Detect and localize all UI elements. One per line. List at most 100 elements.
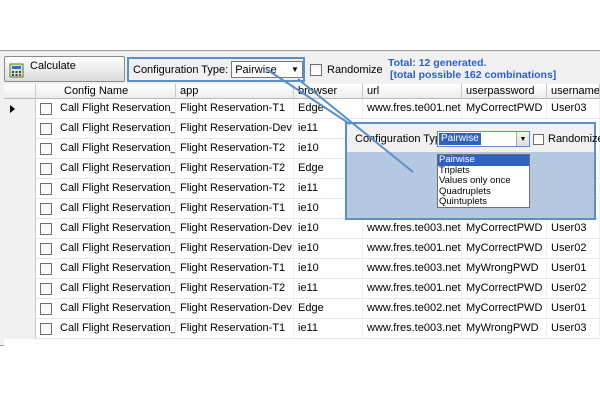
userpassword-cell[interactable]: MyCorrectPWD xyxy=(462,99,547,119)
table-row[interactable]: Call Flight Reservation_8 Flight Reservat… xyxy=(4,239,600,259)
chevron-down-icon[interactable]: ▼ xyxy=(288,62,302,77)
row-checkbox[interactable] xyxy=(40,183,52,195)
browser-cell[interactable]: ie10 xyxy=(294,259,363,279)
row-checkbox[interactable] xyxy=(40,223,52,235)
header-config-name[interactable]: Config Name xyxy=(36,84,176,99)
config-type-select[interactable]: Pairwise ▼ xyxy=(231,61,303,78)
table-row[interactable]: Call Flight Reservation_1 Flight Reservat… xyxy=(4,99,600,119)
header-app[interactable]: app xyxy=(176,84,294,99)
row-selector[interactable] xyxy=(4,299,36,319)
row-selector[interactable] xyxy=(4,199,36,219)
row-selector[interactable] xyxy=(4,239,36,259)
table-row[interactable]: Call Flight Reservation_7 Flight Reservat… xyxy=(4,219,600,239)
row-checkbox[interactable] xyxy=(40,243,52,255)
zoom-config-type-select[interactable]: Pairwise ▼ xyxy=(437,131,530,147)
username-cell[interactable]: User01 xyxy=(547,259,600,279)
app-cell[interactable]: Flight Reservation-T2 xyxy=(176,139,294,159)
userpassword-cell[interactable]: MyCorrectPWD xyxy=(462,299,547,319)
browser-cell[interactable]: ie11 xyxy=(294,319,363,339)
config-name-cell[interactable]: Call Flight Reservation_5 xyxy=(56,179,176,199)
app-cell[interactable]: Flight Reservation-Dev xyxy=(176,119,294,139)
config-name-cell[interactable]: Call Flight Reservation_4 xyxy=(56,159,176,179)
url-cell[interactable]: www.fres.te001.net xyxy=(363,239,462,259)
username-cell[interactable]: User03 xyxy=(547,99,600,119)
app-cell[interactable]: Flight Reservation-Dev xyxy=(176,219,294,239)
row-selector[interactable] xyxy=(4,159,36,179)
browser-cell[interactable]: ie11 xyxy=(294,279,363,299)
app-cell[interactable]: Flight Reservation-T1 xyxy=(176,199,294,219)
zoom-randomize-checkbox[interactable] xyxy=(533,133,544,145)
randomize-checkbox[interactable] xyxy=(310,64,322,76)
url-cell[interactable]: www.fres.te002.net xyxy=(363,299,462,319)
row-checkbox[interactable] xyxy=(40,123,52,135)
config-name-cell[interactable]: Call Flight Reservation_10 xyxy=(56,279,176,299)
browser-cell[interactable]: Edge xyxy=(294,299,363,319)
row-checkbox[interactable] xyxy=(40,263,52,275)
header-browser[interactable]: browser xyxy=(294,84,363,99)
option-values-only-once[interactable]: Values only once xyxy=(438,176,529,187)
row-selector[interactable] xyxy=(4,179,36,199)
userpassword-cell[interactable]: MyWrongPWD xyxy=(462,259,547,279)
header-userpassword[interactable]: userpassword xyxy=(462,84,547,99)
row-checkbox[interactable] xyxy=(40,163,52,175)
option-quintuplets[interactable]: Quintuplets xyxy=(438,197,529,208)
chevron-down-icon[interactable]: ▼ xyxy=(516,132,529,146)
app-cell[interactable]: Flight Reservation-T2 xyxy=(176,159,294,179)
app-cell[interactable]: Flight Reservation-T1 xyxy=(176,319,294,339)
row-checkbox[interactable] xyxy=(40,143,52,155)
row-selector[interactable] xyxy=(4,279,36,299)
username-cell[interactable]: User02 xyxy=(547,239,600,259)
row-checkbox[interactable] xyxy=(40,323,52,335)
config-name-cell[interactable]: Call Flight Reservation_12 xyxy=(56,319,176,339)
userpassword-cell[interactable]: MyCorrectPWD xyxy=(462,279,547,299)
username-cell[interactable]: User03 xyxy=(547,319,600,339)
url-cell[interactable]: www.fres.te003.net xyxy=(363,319,462,339)
username-cell[interactable]: User02 xyxy=(547,279,600,299)
config-name-cell[interactable]: Call Flight Reservation_3 xyxy=(56,139,176,159)
row-selector[interactable] xyxy=(4,99,36,119)
row-selector[interactable] xyxy=(4,219,36,239)
calculate-button[interactable]: Calculate xyxy=(4,56,125,82)
config-name-cell[interactable]: Call Flight Reservation_11 xyxy=(56,299,176,319)
app-cell[interactable]: Flight Reservation-T2 xyxy=(176,179,294,199)
option-pairwise[interactable]: Pairwise xyxy=(438,155,529,166)
app-cell[interactable]: Flight Reservation-Dev xyxy=(176,299,294,319)
app-cell[interactable]: Flight Reservation-Dev xyxy=(176,239,294,259)
row-selector[interactable] xyxy=(4,319,36,339)
table-row[interactable]: Call Flight Reservation_11 Flight Reserva… xyxy=(4,299,600,319)
header-username[interactable]: username xyxy=(547,84,600,99)
username-cell[interactable]: User03 xyxy=(547,219,600,239)
config-name-cell[interactable]: Call Flight Reservation_7 xyxy=(56,219,176,239)
userpassword-cell[interactable]: MyWrongPWD xyxy=(462,319,547,339)
config-name-cell[interactable]: Call Flight Reservation_8 xyxy=(56,239,176,259)
userpassword-cell[interactable]: MyCorrectPWD xyxy=(462,219,547,239)
header-row-selector[interactable] xyxy=(4,84,36,99)
url-cell[interactable]: www.fres.te001.net xyxy=(363,99,462,119)
config-name-cell[interactable]: Call Flight Reservation_6 xyxy=(56,199,176,219)
app-cell[interactable]: Flight Reservation-T1 xyxy=(176,259,294,279)
userpassword-cell[interactable]: MyCorrectPWD xyxy=(462,239,547,259)
config-name-cell[interactable]: Call Flight Reservation_9 xyxy=(56,259,176,279)
row-selector[interactable] xyxy=(4,139,36,159)
config-name-cell[interactable]: Call Flight Reservation_1 xyxy=(56,99,176,119)
table-row[interactable]: Call Flight Reservation_12Flight Reserva… xyxy=(4,319,600,339)
row-checkbox[interactable] xyxy=(40,303,52,315)
browser-cell[interactable]: Edge xyxy=(294,99,363,119)
url-cell[interactable]: www.fres.te003.net xyxy=(363,219,462,239)
row-selector[interactable] xyxy=(4,259,36,279)
row-checkbox[interactable] xyxy=(40,283,52,295)
table-row[interactable]: Call Flight Reservation_10Flight Reserva… xyxy=(4,279,600,299)
config-name-cell[interactable]: Call Flight Reservation_2 xyxy=(56,119,176,139)
browser-cell[interactable]: ie10 xyxy=(294,239,363,259)
browser-cell[interactable]: ie10 xyxy=(294,219,363,239)
app-cell[interactable]: Flight Reservation-T2 xyxy=(176,279,294,299)
url-cell[interactable]: www.fres.te001.net xyxy=(363,279,462,299)
app-cell[interactable]: Flight Reservation-T1 xyxy=(176,99,294,119)
url-cell[interactable]: www.fres.te003.net xyxy=(363,259,462,279)
table-row[interactable]: Call Flight Reservation_9 Flight Reservat… xyxy=(4,259,600,279)
header-url[interactable]: url xyxy=(363,84,462,99)
row-checkbox[interactable] xyxy=(40,103,52,115)
row-selector[interactable] xyxy=(4,119,36,139)
username-cell[interactable]: User01 xyxy=(547,299,600,319)
row-checkbox[interactable] xyxy=(40,203,52,215)
